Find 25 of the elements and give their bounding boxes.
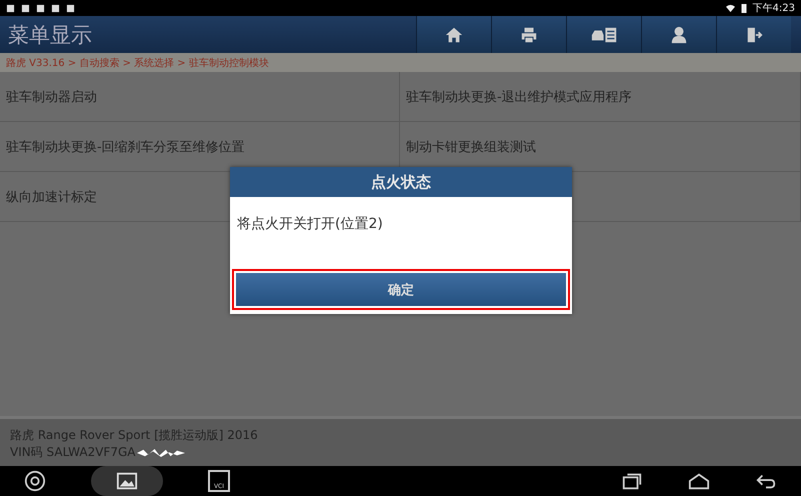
- car-document-icon: [590, 26, 618, 44]
- battery-icon: [740, 3, 747, 13]
- vehicle-name: 路虎 Range Rover Sport [揽胜运动版] 2016: [10, 427, 259, 444]
- page-title: 菜单显示: [7, 22, 92, 48]
- image-icon: [116, 470, 138, 492]
- menu-item[interactable]: 驻车制动器启动: [0, 72, 400, 122]
- toolbar-button[interactable]: [641, 16, 716, 53]
- breadcrumb: 路虎 V33.16 > 自动搜索 > 系统选择 > 驻车制动控制模块: [6, 56, 269, 70]
- confirm-button[interactable]: 确定: [236, 273, 566, 306]
- clock-time: 下午4:23: [752, 2, 795, 15]
- exit-icon: [745, 26, 763, 44]
- home-icon: [445, 26, 463, 44]
- toolbar-button[interactable]: [416, 16, 491, 53]
- browser-icon[interactable]: [24, 470, 46, 492]
- wifi-icon: [726, 4, 735, 12]
- toolbar-button[interactable]: [491, 16, 566, 53]
- toolbar-button[interactable]: [716, 16, 791, 53]
- menu-item[interactable]: 驻车制动块更换-退出维护模式应用程序: [400, 72, 801, 122]
- redaction-scribble-icon: [137, 446, 186, 458]
- vin-number: VIN码 SALWA2VF7GA: [10, 444, 136, 461]
- printer-icon: [520, 26, 538, 44]
- toolbar-button[interactable]: [566, 16, 641, 53]
- dialog-title: 点火状态: [230, 167, 572, 197]
- user-icon: [670, 26, 688, 44]
- gallery-button[interactable]: [91, 466, 163, 496]
